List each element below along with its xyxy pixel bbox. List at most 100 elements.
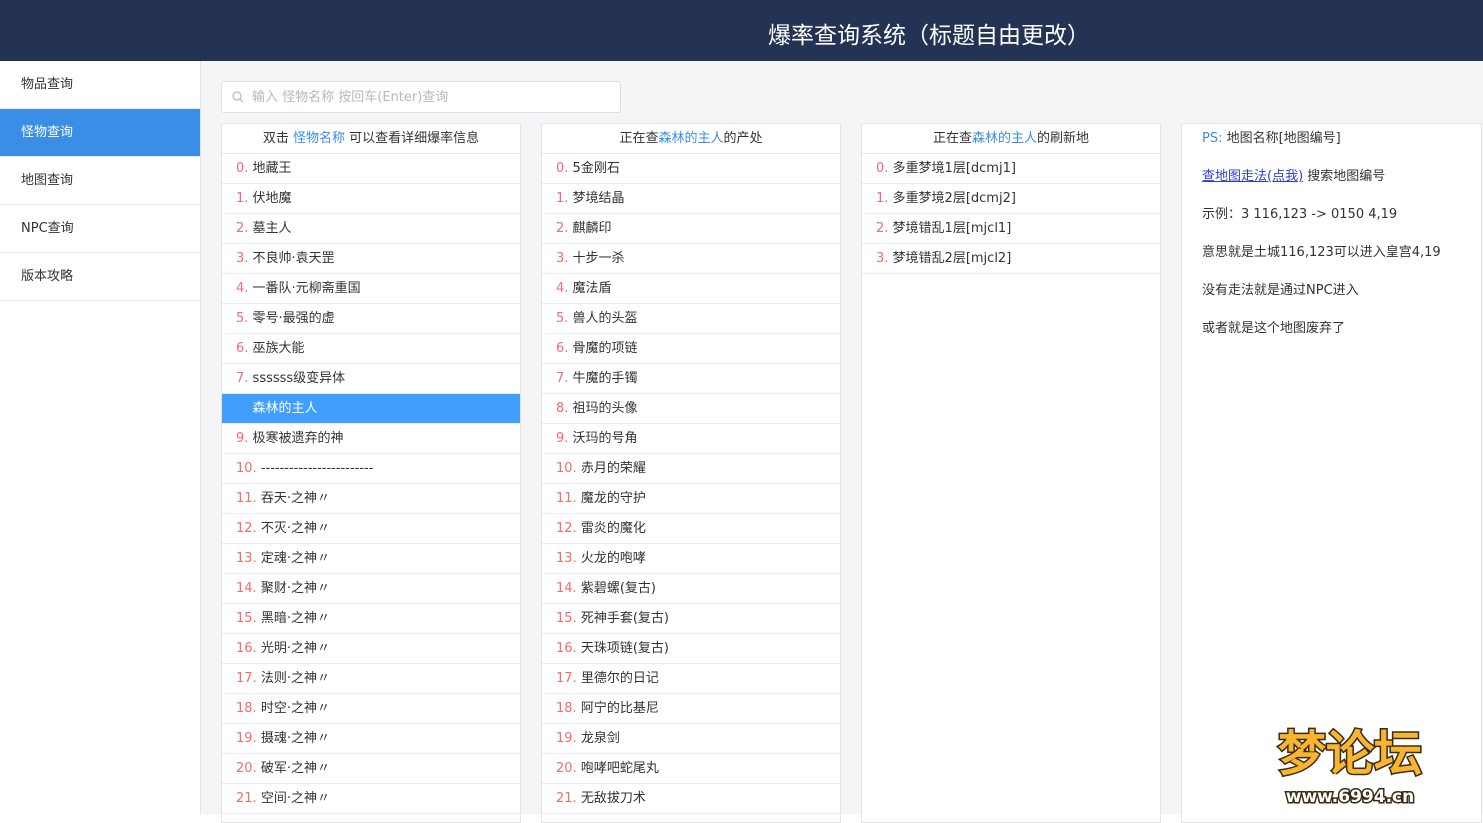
item-index: 19. <box>556 731 581 746</box>
list-item[interactable]: 4. 一番队·元柳斋重国 <box>222 274 520 304</box>
sidebar-item-guide[interactable]: 版本攻略 <box>0 253 200 301</box>
svg-text:梦论坛: 梦论坛 <box>1278 726 1422 782</box>
item-name: 梦境错乱1层[mjcl1] <box>892 221 1012 236</box>
header-suffix: 的产处 <box>723 131 763 146</box>
watermark-logo: 梦论坛 www.6994.cn <box>1276 725 1423 809</box>
item-index: 4. <box>236 281 253 296</box>
item-index: 9. <box>236 431 253 446</box>
list-item[interactable]: 12. 雷炎的魔化 <box>542 514 840 544</box>
list-item[interactable]: 9. 沃玛的号角 <box>542 424 840 454</box>
item-index: 6. <box>556 341 573 356</box>
list-item[interactable]: 18. 时空·之神〃 <box>222 694 520 724</box>
item-index: 4. <box>556 281 573 296</box>
list-item[interactable]: 1. 伏地魔 <box>222 184 520 214</box>
item-name: ------------------------ <box>260 461 374 476</box>
item-index: 3. <box>236 251 253 266</box>
list-item[interactable]: 2. 墓主人 <box>222 214 520 244</box>
ps-text: 地图名称[地图编号] <box>1226 131 1341 146</box>
item-name: 死神手套(复古) <box>580 611 669 626</box>
item-index: 13. <box>556 551 581 566</box>
list-item[interactable]: 14. 聚财·之神〃 <box>222 574 520 604</box>
item-index: 20. <box>556 761 581 776</box>
item-index: 2. <box>236 221 253 236</box>
list-item[interactable]: 1. 梦境结晶 <box>542 184 840 214</box>
list-item[interactable]: 15. 死神手套(复古) <box>542 604 840 634</box>
list-item[interactable]: 3. 不良帅·袁天罡 <box>222 244 520 274</box>
list-item[interactable]: 21. 无敌拔刀术 <box>542 784 840 814</box>
list-item[interactable]: 21. 空间·之神〃 <box>222 784 520 814</box>
list-item[interactable]: 13. 定魂·之神〃 <box>222 544 520 574</box>
list-item[interactable]: 16. 天珠项链(复古) <box>542 634 840 664</box>
list-item[interactable]: 17. 法则·之神〃 <box>222 664 520 694</box>
item-name: 破军·之神〃 <box>260 761 330 776</box>
list-item[interactable]: 10. ------------------------ <box>222 454 520 484</box>
search-input[interactable] <box>252 82 612 112</box>
list-item[interactable]: 19. 摄魂·之神〃 <box>222 724 520 754</box>
item-index: 17. <box>236 671 261 686</box>
item-index: 10. <box>236 461 261 476</box>
list-item[interactable]: 4. 魔法盾 <box>542 274 840 304</box>
list-item[interactable]: 18. 阿宁的比基尼 <box>542 694 840 724</box>
list-item[interactable]: 5. 零号·最强的虚 <box>222 304 520 334</box>
list-item[interactable]: 2. 麒麟印 <box>542 214 840 244</box>
list-item[interactable]: 17. 里德尔的日记 <box>542 664 840 694</box>
item-name: 时空·之神〃 <box>260 701 330 716</box>
item-index: 18. <box>556 701 581 716</box>
list-item[interactable]: 0. 地藏王 <box>222 154 520 184</box>
list-item[interactable]: 7. 牛魔的手镯 <box>542 364 840 394</box>
list-item[interactable]: 11. 魔龙的守护 <box>542 484 840 514</box>
header-highlight: 森林的主人 <box>658 131 724 146</box>
item-name: 法则·之神〃 <box>260 671 330 686</box>
list-item[interactable]: 6. 骨魔的项链 <box>542 334 840 364</box>
item-name: 十步一杀 <box>572 251 625 266</box>
item-name: 梦境错乱2层[mjcl2] <box>892 251 1012 266</box>
list-item[interactable]: 9. 极寒被遗弃的神 <box>222 424 520 454</box>
map-route-link[interactable]: 查地图走法(点我) <box>1202 169 1303 184</box>
search-icon <box>232 91 244 103</box>
item-index: 14. <box>556 581 581 596</box>
item-name: 5金刚石 <box>572 161 620 176</box>
list-item[interactable]: 8. 森林的主人 <box>222 394 520 424</box>
list-item[interactable]: 5. 兽人的头盔 <box>542 304 840 334</box>
list-item[interactable]: 7. ssssss级变异体 <box>222 364 520 394</box>
list-item[interactable]: 6. 巫族大能 <box>222 334 520 364</box>
item-index: 19. <box>236 731 261 746</box>
list-item[interactable]: 0. 5金刚石 <box>542 154 840 184</box>
header-prefix: 正在查 <box>932 131 972 146</box>
list-item[interactable]: 13. 火龙的咆哮 <box>542 544 840 574</box>
item-index: 15. <box>236 611 261 626</box>
item-name: 阿宁的比基尼 <box>580 701 659 716</box>
list-item[interactable]: 10. 赤月的荣耀 <box>542 454 840 484</box>
page-title: 爆率查询系统（标题自由更改） <box>768 23 1090 49</box>
item-name: 伏地魔 <box>252 191 292 206</box>
sidebar-item-maps[interactable]: 地图查询 <box>0 157 200 205</box>
item-name: 兽人的头盔 <box>572 311 638 326</box>
sidebar-item-npc[interactable]: NPC查询 <box>0 205 200 253</box>
list-item[interactable]: 11. 吞天·之神〃 <box>222 484 520 514</box>
header-suffix: 可以查看详细爆率信息 <box>345 131 480 146</box>
sidebar-item-items[interactable]: 物品查询 <box>0 61 200 109</box>
list-item[interactable]: 14. 紫碧螺(复古) <box>542 574 840 604</box>
list-item[interactable]: 3. 十步一杀 <box>542 244 840 274</box>
list-item[interactable]: 12. 不灭·之神〃 <box>222 514 520 544</box>
sidebar-item-monsters[interactable]: 怪物查询 <box>0 109 200 157</box>
item-name: 祖玛的头像 <box>572 401 638 416</box>
list-item[interactable]: 15. 黑暗·之神〃 <box>222 604 520 634</box>
item-index: 18. <box>236 701 261 716</box>
list-item[interactable]: 0. 多重梦境1层[dcmj1] <box>862 154 1160 184</box>
list-item[interactable]: 16. 光明·之神〃 <box>222 634 520 664</box>
item-index: 2. <box>876 221 893 236</box>
item-name: ssssss级变异体 <box>252 371 346 386</box>
top-bar: 爆率查询系统（标题自由更改） <box>0 0 1483 61</box>
list-item[interactable]: 1. 多重梦境2层[dcmj2] <box>862 184 1160 214</box>
list-item[interactable]: 20. 破军·之神〃 <box>222 754 520 784</box>
list-item[interactable]: 20. 咆哮吧蛇尾丸 <box>542 754 840 784</box>
monster-list-panel: 双击 怪物名称 可以查看详细爆率信息 0. 地藏王 1. 伏地魔 2. 墓主人 3. … <box>221 123 521 823</box>
list-item[interactable]: 8. 祖玛的头像 <box>542 394 840 424</box>
list-item[interactable]: 3. 梦境错乱2层[mjcl2] <box>862 244 1160 274</box>
list-item[interactable]: 2. 梦境错乱1层[mjcl1] <box>862 214 1160 244</box>
item-index: 7. <box>236 371 253 386</box>
list-item[interactable]: 19. 龙泉剑 <box>542 724 840 754</box>
item-index: 20. <box>236 761 261 776</box>
item-name: 黑暗·之神〃 <box>260 611 330 626</box>
